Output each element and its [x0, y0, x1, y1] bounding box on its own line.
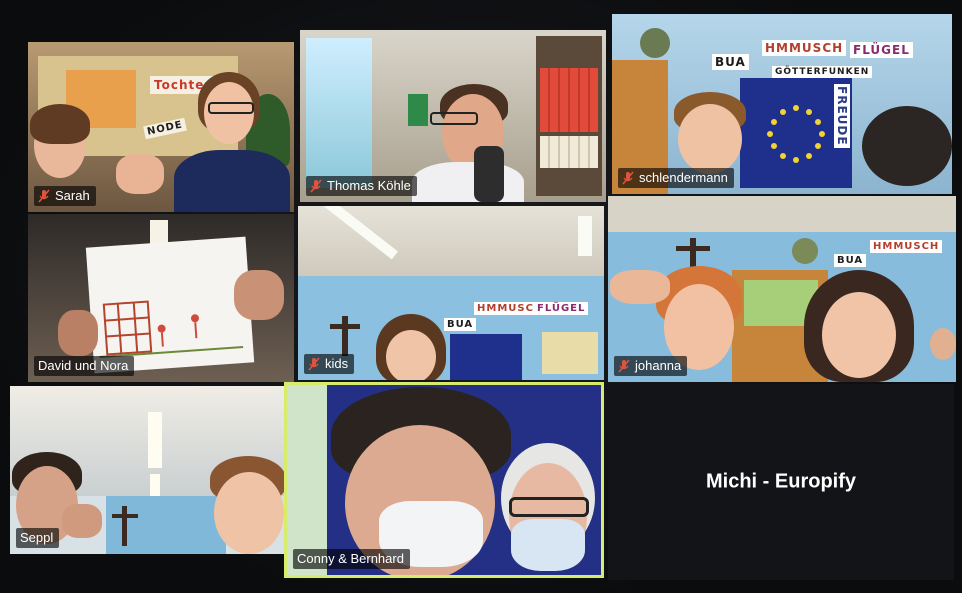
ceiling: [608, 196, 956, 236]
child-drawing: [99, 300, 244, 359]
student-head: [678, 104, 742, 174]
participant-label: David und Nora: [34, 356, 135, 376]
student-hair: [30, 104, 90, 144]
hand: [116, 154, 164, 194]
participant-name: Seppl: [20, 530, 54, 545]
crucifix: [330, 324, 360, 329]
participant-name: kids: [325, 356, 349, 371]
participant-name: schlendermann: [639, 170, 728, 185]
video-tile-seppl[interactable]: Seppl: [10, 386, 286, 554]
student-body: [174, 150, 290, 212]
video-tile-johanna[interactable]: BUA HMMUSCH johanna: [608, 196, 956, 382]
crucifix: [676, 246, 710, 251]
globe: [640, 28, 670, 58]
participant-label: schlendermann: [618, 168, 734, 188]
participant-label: kids: [304, 354, 355, 374]
video-tile-thomas-koehle[interactable]: Thomas Köhle: [300, 30, 606, 202]
student-head: [930, 328, 956, 360]
chair: [474, 146, 504, 202]
video-tile-conny-und-bernhard[interactable]: Conny & Bernhard: [284, 382, 604, 578]
ceiling-light: [148, 412, 162, 468]
poster-text: FLÜGEL: [850, 42, 913, 58]
participant-label: Thomas Köhle: [306, 176, 417, 196]
participant-name: David und Nora: [38, 358, 129, 373]
drawing-paper: [85, 236, 255, 374]
participant-name: Sarah: [55, 188, 90, 203]
poster-text: FREUDE: [834, 84, 850, 148]
raised-arm: [610, 270, 670, 304]
teacher-body: [412, 162, 524, 202]
participant-label: Sarah: [34, 186, 96, 206]
participant-name: Thomas Köhle: [327, 178, 411, 193]
poster-text: BUA: [834, 254, 867, 267]
crucifix: [112, 514, 138, 518]
participant-label: johanna: [614, 356, 688, 376]
ceiling-light: [150, 220, 168, 244]
binders: [540, 136, 598, 168]
green-picture: [408, 94, 428, 126]
student-head: [386, 330, 436, 380]
face-mask: [511, 519, 585, 571]
glasses: [509, 497, 589, 517]
poster-text: HMMUSCH: [762, 40, 847, 56]
video-tile-kids[interactable]: BUA HMMUSCH FLÜGEL kids: [298, 206, 604, 380]
ceiling-light: [578, 216, 592, 256]
poster-text: HMMUSCH: [870, 240, 943, 253]
poster-text: BUA: [712, 54, 749, 70]
hand: [62, 504, 102, 538]
johanna-head: [822, 292, 896, 378]
hand: [234, 270, 284, 320]
participant-name-centered: Michi - Europify: [706, 470, 856, 493]
crucifix: [342, 316, 348, 356]
video-tile-michi-europify[interactable]: Michi - Europify: [608, 384, 954, 580]
video-tile-sarah[interactable]: Tochter NODE Sarah: [28, 42, 294, 212]
poster-text: GÖTTERFUNKEN: [772, 66, 873, 78]
muted-microphone-icon: [308, 356, 320, 371]
video-tile-schlendermann[interactable]: BUA HMMUSCH FLÜGEL GÖTTERFUNKEN FREUDE s…: [612, 14, 952, 194]
globe: [792, 238, 818, 264]
participant-label: Conny & Bernhard: [293, 549, 410, 569]
muted-microphone-icon: [622, 170, 634, 185]
map-poster: [542, 332, 598, 374]
ceiling-light: [150, 474, 160, 498]
participant-name: johanna: [635, 358, 682, 373]
participant-name: Conny & Bernhard: [297, 551, 404, 566]
muted-microphone-icon: [618, 358, 630, 373]
glasses: [208, 102, 254, 114]
binders: [540, 68, 598, 132]
video-tile-david-und-nora[interactable]: David und Nora: [28, 214, 294, 382]
hand: [58, 310, 98, 356]
poster-text: FLÜGEL: [534, 302, 589, 315]
zoom-gallery-view: Tochter NODE Sarah Thomas Köhle BUA HMMU…: [0, 0, 962, 593]
muted-microphone-icon: [38, 188, 50, 203]
dark-hair-student: [862, 106, 952, 186]
crucifix: [122, 506, 127, 546]
glasses: [430, 112, 478, 125]
poster-text: BUA: [444, 318, 477, 331]
muted-microphone-icon: [310, 178, 322, 193]
window: [306, 38, 372, 188]
participant-label: Seppl: [16, 528, 60, 548]
eu-flag: [450, 334, 522, 380]
student-head: [214, 472, 284, 554]
